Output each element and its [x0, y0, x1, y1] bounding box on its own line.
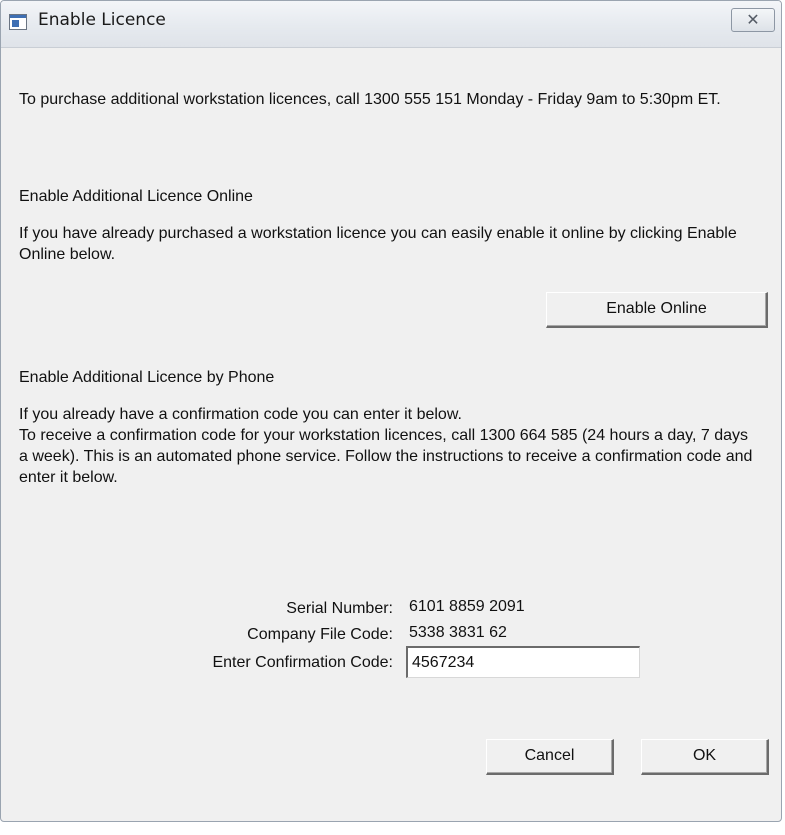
online-section-heading: Enable Additional Licence Online [19, 188, 253, 205]
enable-online-button[interactable]: Enable Online [546, 292, 768, 328]
window-title: Enable Licence [38, 10, 166, 30]
company-file-code-value: 5338 3831 62 [409, 624, 507, 641]
online-section-description: If you have already purchased a workstat… [19, 225, 737, 263]
phone-section-line1: If you already have a confirmation code … [19, 406, 462, 423]
serial-number-label: Serial Number: [286, 600, 393, 617]
confirmation-code-input[interactable] [406, 646, 640, 678]
close-button[interactable]: ✕ [731, 8, 775, 32]
close-x-icon: ✕ [746, 10, 760, 29]
title-bar[interactable]: Enable Licence ✕ [1, 1, 781, 48]
enable-licence-dialog: Enable Licence ✕ To purchase additional … [0, 0, 782, 822]
phone-section-heading: Enable Additional Licence by Phone [19, 369, 275, 386]
purchase-info-text: To purchase additional workstation licen… [19, 91, 721, 108]
ok-button[interactable]: OK [641, 739, 769, 775]
phone-section-line2: To receive a confirmation code for your … [19, 427, 753, 486]
serial-number-value: 6101 8859 2091 [409, 598, 525, 615]
company-file-code-label: Company File Code: [247, 626, 393, 643]
cancel-button[interactable]: Cancel [486, 739, 614, 775]
window-app-icon [9, 14, 27, 30]
confirmation-code-label: Enter Confirmation Code: [212, 654, 393, 671]
